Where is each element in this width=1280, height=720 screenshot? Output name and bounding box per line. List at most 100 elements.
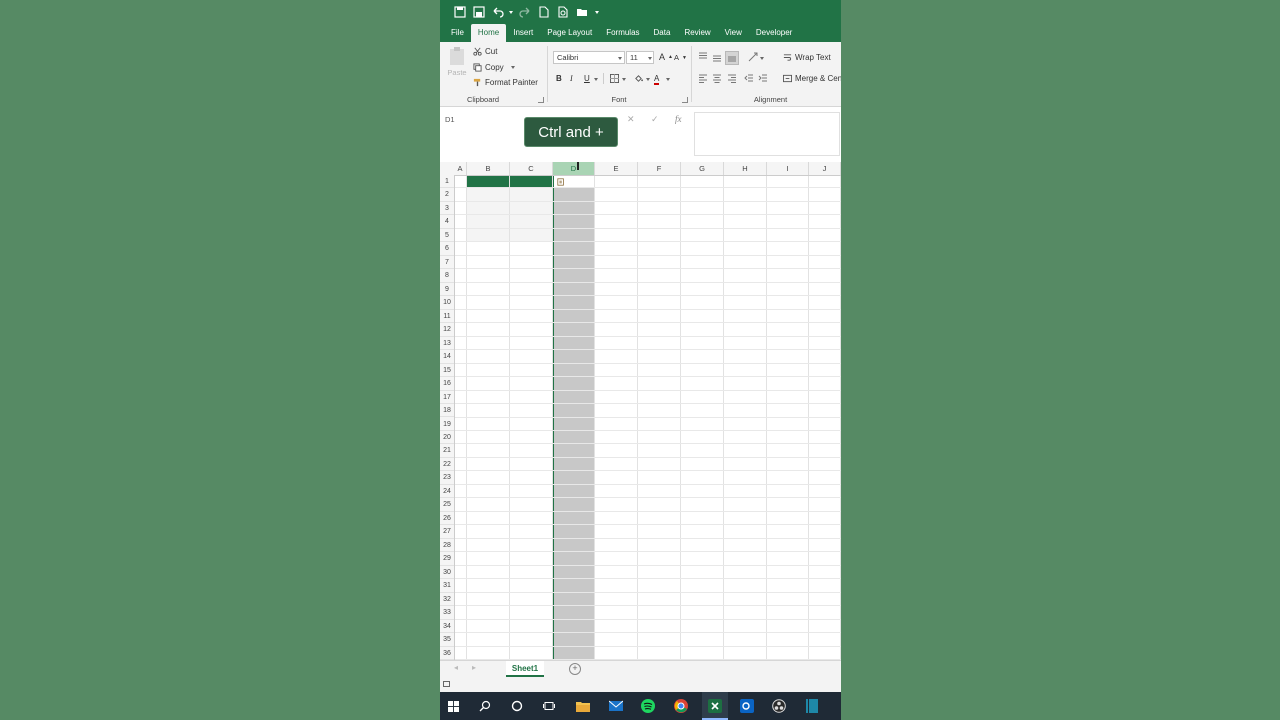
open-folder-icon[interactable]: [572, 3, 591, 21]
fill-color-icon[interactable]: [634, 74, 643, 83]
name-box[interactable]: D1: [442, 113, 515, 127]
row-header-6[interactable]: 6: [440, 242, 454, 256]
format-painter-button[interactable]: Format Painter: [473, 78, 538, 87]
new-file-icon[interactable]: [534, 3, 553, 21]
selected-column-d[interactable]: [553, 175, 595, 660]
undo-icon[interactable]: [488, 3, 507, 21]
row-header-18[interactable]: 18: [440, 404, 454, 418]
paste-button[interactable]: Paste: [446, 46, 468, 80]
row-header-22[interactable]: 22: [440, 458, 454, 472]
row-header-3[interactable]: 3: [440, 202, 454, 216]
decrease-indent-icon[interactable]: [744, 73, 754, 83]
row-header-24[interactable]: 24: [440, 485, 454, 499]
spotify-icon[interactable]: [640, 698, 656, 714]
cancel-icon[interactable]: ✕: [627, 114, 635, 125]
column-header-h[interactable]: H: [724, 162, 767, 175]
row-header-35[interactable]: 35: [440, 633, 454, 647]
increase-indent-icon[interactable]: [758, 73, 768, 83]
mail-icon[interactable]: [608, 698, 624, 714]
excel-icon[interactable]: [707, 698, 723, 714]
row-header-31[interactable]: 31: [440, 579, 454, 593]
row-header-17[interactable]: 17: [440, 391, 454, 405]
column-header-b[interactable]: B: [467, 162, 510, 175]
tab-home[interactable]: Home: [470, 24, 507, 42]
add-sheet-icon[interactable]: +: [569, 663, 581, 675]
italic-button[interactable]: I: [570, 74, 573, 83]
row-header-20[interactable]: 20: [440, 431, 454, 445]
row-header-32[interactable]: 32: [440, 593, 454, 607]
borders-icon[interactable]: [610, 74, 619, 83]
tab-file[interactable]: File: [440, 24, 471, 42]
row-header-4[interactable]: 4: [440, 215, 454, 229]
font-color-icon[interactable]: A: [654, 74, 660, 85]
redo-icon[interactable]: [515, 3, 534, 21]
row-header-10[interactable]: 10: [440, 296, 454, 310]
row-header-11[interactable]: 11: [440, 310, 454, 324]
enter-icon[interactable]: ✓: [651, 114, 659, 125]
outlook-icon[interactable]: [739, 698, 755, 714]
font-launcher-icon[interactable]: [682, 97, 688, 103]
formula-input[interactable]: [694, 112, 840, 156]
row-header-27[interactable]: 27: [440, 525, 454, 539]
orientation-icon[interactable]: [748, 52, 758, 62]
align-bottom-icon[interactable]: [725, 51, 739, 65]
column-header-a[interactable]: A: [454, 162, 467, 175]
merge-center-button[interactable]: Merge & Cen: [783, 74, 841, 83]
row-header-23[interactable]: 23: [440, 471, 454, 485]
chrome-icon[interactable]: [673, 698, 689, 714]
row-header-7[interactable]: 7: [440, 256, 454, 270]
copy-dropdown-icon[interactable]: [510, 66, 515, 69]
clipboard-launcher-icon[interactable]: [538, 97, 544, 103]
decrease-font-size-icon[interactable]: A ▼: [674, 53, 687, 62]
row-header-14[interactable]: 14: [440, 350, 454, 364]
tab-review[interactable]: Review: [677, 24, 717, 42]
copy-button[interactable]: Copy: [473, 63, 515, 72]
column-header-j[interactable]: J: [809, 162, 841, 175]
task-view-icon[interactable]: [541, 698, 557, 714]
row-header-36[interactable]: 36: [440, 647, 454, 660]
column-header-g[interactable]: G: [681, 162, 724, 175]
row-header-8[interactable]: 8: [440, 269, 454, 283]
bold-button[interactable]: B: [556, 74, 562, 83]
font-size-dropdown-icon[interactable]: [648, 57, 652, 60]
row-header-1[interactable]: 1: [440, 175, 454, 189]
tab-page-layout[interactable]: Page Layout: [540, 24, 599, 42]
fill-color-dropdown-icon[interactable]: [646, 78, 650, 81]
row-header-25[interactable]: 25: [440, 498, 454, 512]
save-as-icon[interactable]: [469, 3, 488, 21]
obs-icon[interactable]: [771, 698, 787, 714]
row-header-2[interactable]: 2: [440, 188, 454, 202]
align-center-icon[interactable]: [712, 73, 722, 83]
borders-dropdown-icon[interactable]: [622, 78, 626, 81]
save-icon[interactable]: [450, 3, 469, 21]
align-right-icon[interactable]: [727, 73, 737, 83]
row-header-21[interactable]: 21: [440, 444, 454, 458]
column-header-i[interactable]: I: [767, 162, 809, 175]
windows-start-icon[interactable]: [445, 698, 461, 714]
orientation-dropdown-icon[interactable]: [760, 57, 764, 60]
align-middle-icon[interactable]: [712, 53, 722, 63]
row-header-15[interactable]: 15: [440, 364, 454, 378]
sheet-next-icon[interactable]: ▸: [472, 663, 476, 672]
column-header-f[interactable]: F: [638, 162, 681, 175]
column-header-d[interactable]: D: [553, 162, 595, 175]
macro-record-icon[interactable]: [443, 681, 450, 687]
row-header-28[interactable]: 28: [440, 539, 454, 553]
sheet-tab-sheet1[interactable]: Sheet1: [506, 661, 544, 677]
row-header-5[interactable]: 5: [440, 229, 454, 243]
undo-dropdown-icon[interactable]: [507, 3, 515, 21]
align-top-icon[interactable]: [698, 51, 708, 61]
row-header-30[interactable]: 30: [440, 566, 454, 580]
row-header-29[interactable]: 29: [440, 552, 454, 566]
file-explorer-icon[interactable]: [575, 698, 591, 714]
row-header-33[interactable]: 33: [440, 606, 454, 620]
search-icon[interactable]: [477, 698, 493, 714]
underline-button[interactable]: U: [584, 74, 590, 83]
font-name-dropdown-icon[interactable]: [618, 57, 622, 60]
customize-icon[interactable]: [591, 3, 603, 21]
cut-button[interactable]: Cut: [473, 47, 497, 56]
worksheet-grid[interactable]: ABCDEFGHIJ 1 2 3 4 5 6 7 8 9 10 11 12 13 14 15 16 17 18 19…: [440, 162, 841, 660]
increase-font-size-icon[interactable]: A ▲: [659, 52, 673, 62]
tab-view[interactable]: View: [718, 24, 749, 42]
row-header-9[interactable]: 9: [440, 283, 454, 297]
